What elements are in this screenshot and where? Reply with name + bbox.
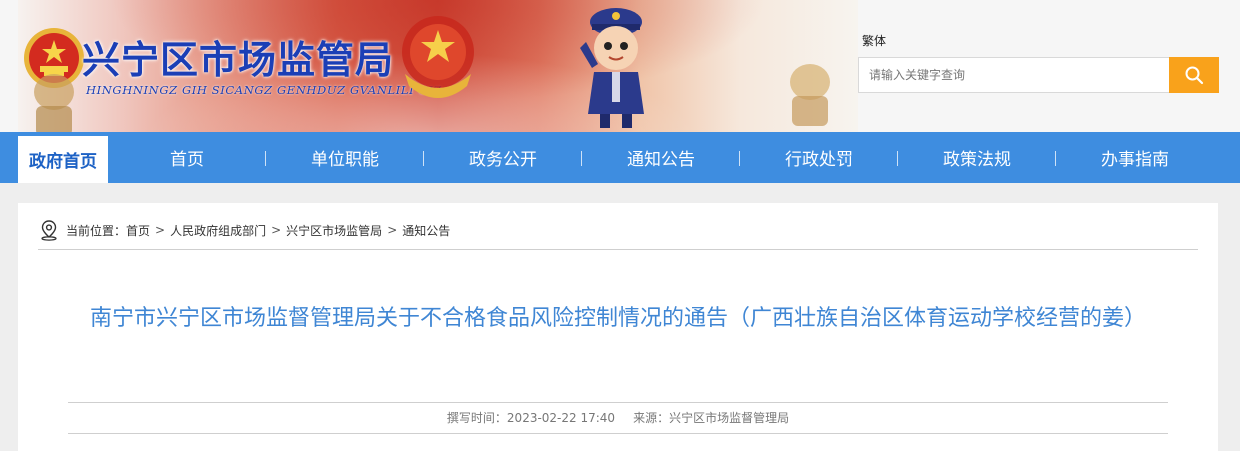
breadcrumb-separator: > — [271, 223, 282, 237]
nav-item-administrative-penalty[interactable]: 行政处罚 — [740, 132, 898, 183]
nav-item-policies-regulations[interactable]: 政策法规 — [898, 132, 1056, 183]
breadcrumb-item-notices[interactable]: 通知公告 — [402, 222, 450, 239]
written-time-label: 撰写时间： — [446, 411, 507, 425]
meta-divider-bottom — [68, 433, 1168, 434]
stone-lion-icon — [790, 64, 830, 126]
stone-lion-icon — [34, 74, 74, 132]
search-button[interactable] — [1169, 57, 1219, 93]
mascot-officer-icon — [580, 8, 644, 128]
breadcrumb-item-departments[interactable]: 人民政府组成部门 — [170, 222, 266, 239]
nav-items: 首页 单位职能 政务公开 通知公告 行政处罚 政策法规 办事指南 — [108, 132, 1240, 183]
site-title[interactable]: 兴宁区市场监管局 — [82, 40, 394, 80]
source-label: 来源： — [633, 411, 670, 425]
breadcrumb: 当前位置： 首页 > 人民政府组成部门 > 兴宁区市场监管局 > 通知公告 — [38, 219, 450, 241]
site-header: 兴宁区市场监管局 HINGHNINGZ GIH SICANGZ GENHDUZ … — [0, 0, 1240, 132]
meta-divider-top — [68, 402, 1168, 403]
market-regulation-badge-icon — [402, 16, 474, 98]
nav-government-home[interactable]: 政府首页 — [18, 136, 108, 183]
article-title: 南宁市兴宁区市场监督管理局关于不合格食品风险控制情况的通告（广西壮族自治区体育运… — [89, 306, 1146, 331]
main-nav: 政府首页 首页 单位职能 政务公开 通知公告 行政处罚 政策法规 办事指南 — [0, 132, 1240, 183]
search-input[interactable] — [859, 58, 1169, 92]
breadcrumb-divider — [38, 249, 1198, 250]
source: 兴宁区市场监督管理局 — [669, 411, 790, 425]
breadcrumb-item-home[interactable]: 首页 — [126, 222, 150, 239]
location-pin-icon — [41, 220, 57, 241]
search-icon — [1185, 66, 1204, 85]
article-meta: 撰写时间：2023-02-22 17:40 来源：兴宁区市场监督管理局 — [68, 409, 1168, 426]
content-panel: 当前位置： 首页 > 人民政府组成部门 > 兴宁区市场监管局 > 通知公告 南宁… — [18, 203, 1218, 451]
header-banner: 兴宁区市场监管局 HINGHNINGZ GIH SICANGZ GENHDUZ … — [18, 0, 858, 132]
written-time: 2023-02-22 17:40 — [506, 411, 616, 425]
nav-item-government-affairs[interactable]: 政务公开 — [424, 132, 582, 183]
breadcrumb-separator: > — [155, 223, 166, 237]
nav-item-home[interactable]: 首页 — [108, 132, 266, 183]
breadcrumb-separator: > — [387, 223, 398, 237]
breadcrumb-label: 当前位置： — [66, 223, 127, 238]
nav-item-unit-functions[interactable]: 单位职能 — [266, 132, 424, 183]
traditional-chinese-link[interactable]: 繁体 — [862, 32, 886, 49]
breadcrumb-item-bureau[interactable]: 兴宁区市场监管局 — [286, 222, 382, 239]
nav-item-notices[interactable]: 通知公告 — [582, 132, 740, 183]
nav-item-service-guide[interactable]: 办事指南 — [1056, 132, 1214, 183]
search-box — [858, 57, 1219, 93]
